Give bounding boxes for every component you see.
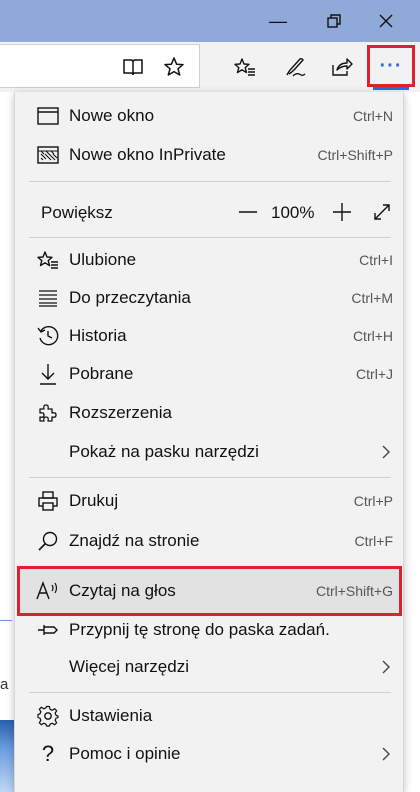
read-aloud-icon bbox=[35, 578, 61, 604]
shortcut-label: Ctrl+Shift+P bbox=[317, 147, 393, 163]
pen-icon bbox=[286, 57, 306, 77]
gear-icon bbox=[35, 703, 61, 729]
page-image bbox=[0, 720, 14, 792]
menu-divider bbox=[29, 692, 391, 693]
settings-menu: Nowe okno Ctrl+N Nowe okno InPrivate Ctr… bbox=[14, 92, 404, 792]
chevron-right-icon bbox=[381, 659, 391, 675]
menu-item-favorites[interactable]: Ulubione Ctrl+I bbox=[15, 241, 405, 279]
reading-list-icon bbox=[35, 285, 61, 311]
download-icon bbox=[35, 361, 61, 387]
shortcut-label: Ctrl+F bbox=[354, 533, 394, 549]
share-icon bbox=[332, 58, 353, 76]
menu-divider bbox=[29, 181, 391, 182]
history-icon bbox=[35, 323, 61, 349]
reading-view-button[interactable] bbox=[116, 50, 150, 84]
shortcut-label: Ctrl+N bbox=[352, 108, 393, 124]
menu-item-label: Historia bbox=[69, 326, 127, 345]
add-favorite-button[interactable] bbox=[157, 50, 191, 84]
printer-icon bbox=[35, 488, 61, 514]
zoom-row: Powiększ 100% bbox=[15, 193, 405, 231]
menu-item-label: Ulubione bbox=[69, 250, 137, 269]
menu-item-settings[interactable]: Ustawienia bbox=[15, 697, 405, 735]
help-icon: ? bbox=[41, 741, 55, 766]
star-list-icon bbox=[234, 58, 255, 76]
menu-divider bbox=[29, 237, 391, 238]
page-divider bbox=[0, 620, 12, 621]
menu-item-new-inprivate-window[interactable]: Nowe okno InPrivate Ctrl+Shift+P bbox=[15, 136, 405, 174]
menu-item-reading-list[interactable]: Do przeczytania Ctrl+M bbox=[15, 279, 405, 317]
active-indicator bbox=[373, 87, 409, 90]
more-dots-icon: ··· bbox=[379, 54, 403, 77]
menu-item-label: Do przeczytania bbox=[69, 288, 191, 307]
browser-toolbar bbox=[0, 42, 420, 92]
shortcut-label: Ctrl+J bbox=[356, 366, 393, 382]
menu-item-label: Nowe okno bbox=[69, 106, 155, 125]
zoom-in-button[interactable] bbox=[329, 199, 355, 225]
share-button[interactable] bbox=[325, 50, 359, 84]
web-note-button[interactable] bbox=[278, 50, 312, 84]
shortcut-label: Ctrl+I bbox=[359, 252, 393, 268]
menu-divider bbox=[29, 477, 391, 478]
restore-icon bbox=[327, 14, 341, 28]
shortcut-label: Ctrl+P bbox=[353, 493, 393, 509]
menu-item-pin-to-taskbar[interactable]: Przypnij tę stronę do paska zadań. bbox=[15, 611, 405, 649]
menu-item-read-aloud[interactable]: Czytaj na głos Ctrl+Shift+G bbox=[15, 572, 405, 610]
search-icon bbox=[35, 528, 61, 554]
close-icon bbox=[379, 14, 393, 28]
menu-item-label: Ustawienia bbox=[69, 706, 153, 725]
minus-icon bbox=[239, 211, 257, 213]
menu-item-label: Więcej narzędzi bbox=[69, 657, 189, 676]
menu-item-label: Drukuj bbox=[69, 491, 119, 510]
menu-item-label: Przypnij tę stronę do paska zadań. bbox=[69, 620, 330, 639]
pin-icon bbox=[35, 617, 61, 643]
settings-and-more-button[interactable]: ··· bbox=[367, 45, 415, 87]
menu-item-label: Pobrane bbox=[69, 364, 134, 383]
menu-item-label: Czytaj na głos bbox=[69, 581, 176, 600]
star-icon bbox=[164, 57, 184, 76]
zoom-level: 100% bbox=[271, 203, 315, 222]
window-icon bbox=[35, 103, 61, 129]
inprivate-window-icon bbox=[35, 142, 61, 168]
fullscreen-icon bbox=[374, 204, 390, 220]
book-icon bbox=[123, 59, 143, 76]
favorites-icon bbox=[35, 247, 61, 273]
minimize-button[interactable]: — bbox=[254, 0, 302, 42]
page-content-right bbox=[404, 92, 420, 792]
menu-item-history[interactable]: Historia Ctrl+H bbox=[15, 317, 405, 355]
menu-item-more-tools[interactable]: Więcej narzędzi bbox=[15, 648, 405, 686]
menu-item-help-feedback[interactable]: ? Pomoc i opinie bbox=[15, 735, 405, 773]
chevron-right-icon bbox=[381, 444, 391, 460]
menu-item-find-on-page[interactable]: Znajdź na stronie Ctrl+F bbox=[15, 522, 405, 560]
menu-item-show-in-toolbar[interactable]: Pokaż na pasku narzędzi bbox=[15, 433, 405, 471]
zoom-out-button[interactable] bbox=[235, 199, 261, 225]
menu-item-new-window[interactable]: Nowe okno Ctrl+N bbox=[15, 97, 405, 135]
page-text-fragment: a bbox=[0, 676, 9, 693]
maximize-button[interactable] bbox=[310, 0, 358, 42]
menu-item-label: Rozszerzenia bbox=[69, 403, 172, 422]
shortcut-label: Ctrl+M bbox=[351, 290, 393, 306]
menu-item-label: Pokaż na pasku narzędzi bbox=[69, 442, 259, 461]
title-bar: — bbox=[0, 0, 420, 42]
menu-item-print[interactable]: Drukuj Ctrl+P bbox=[15, 482, 405, 520]
menu-item-extensions[interactable]: Rozszerzenia bbox=[15, 394, 405, 432]
favorites-hub-button[interactable] bbox=[228, 50, 262, 84]
menu-item-label: Znajdź na stronie bbox=[69, 531, 200, 550]
close-button[interactable] bbox=[362, 0, 410, 42]
chevron-right-icon bbox=[381, 746, 391, 762]
fullscreen-button[interactable] bbox=[369, 199, 395, 225]
menu-item-label: Nowe okno InPrivate bbox=[69, 145, 226, 164]
zoom-label: Powiększ bbox=[41, 203, 113, 222]
minimize-icon: — bbox=[269, 10, 287, 31]
shortcut-label: Ctrl+Shift+G bbox=[315, 583, 393, 599]
plus-icon bbox=[333, 203, 351, 221]
puzzle-icon bbox=[35, 400, 61, 426]
menu-item-label: Pomoc i opinie bbox=[69, 744, 181, 763]
menu-item-downloads[interactable]: Pobrane Ctrl+J bbox=[15, 355, 405, 393]
shortcut-label: Ctrl+H bbox=[352, 328, 393, 344]
